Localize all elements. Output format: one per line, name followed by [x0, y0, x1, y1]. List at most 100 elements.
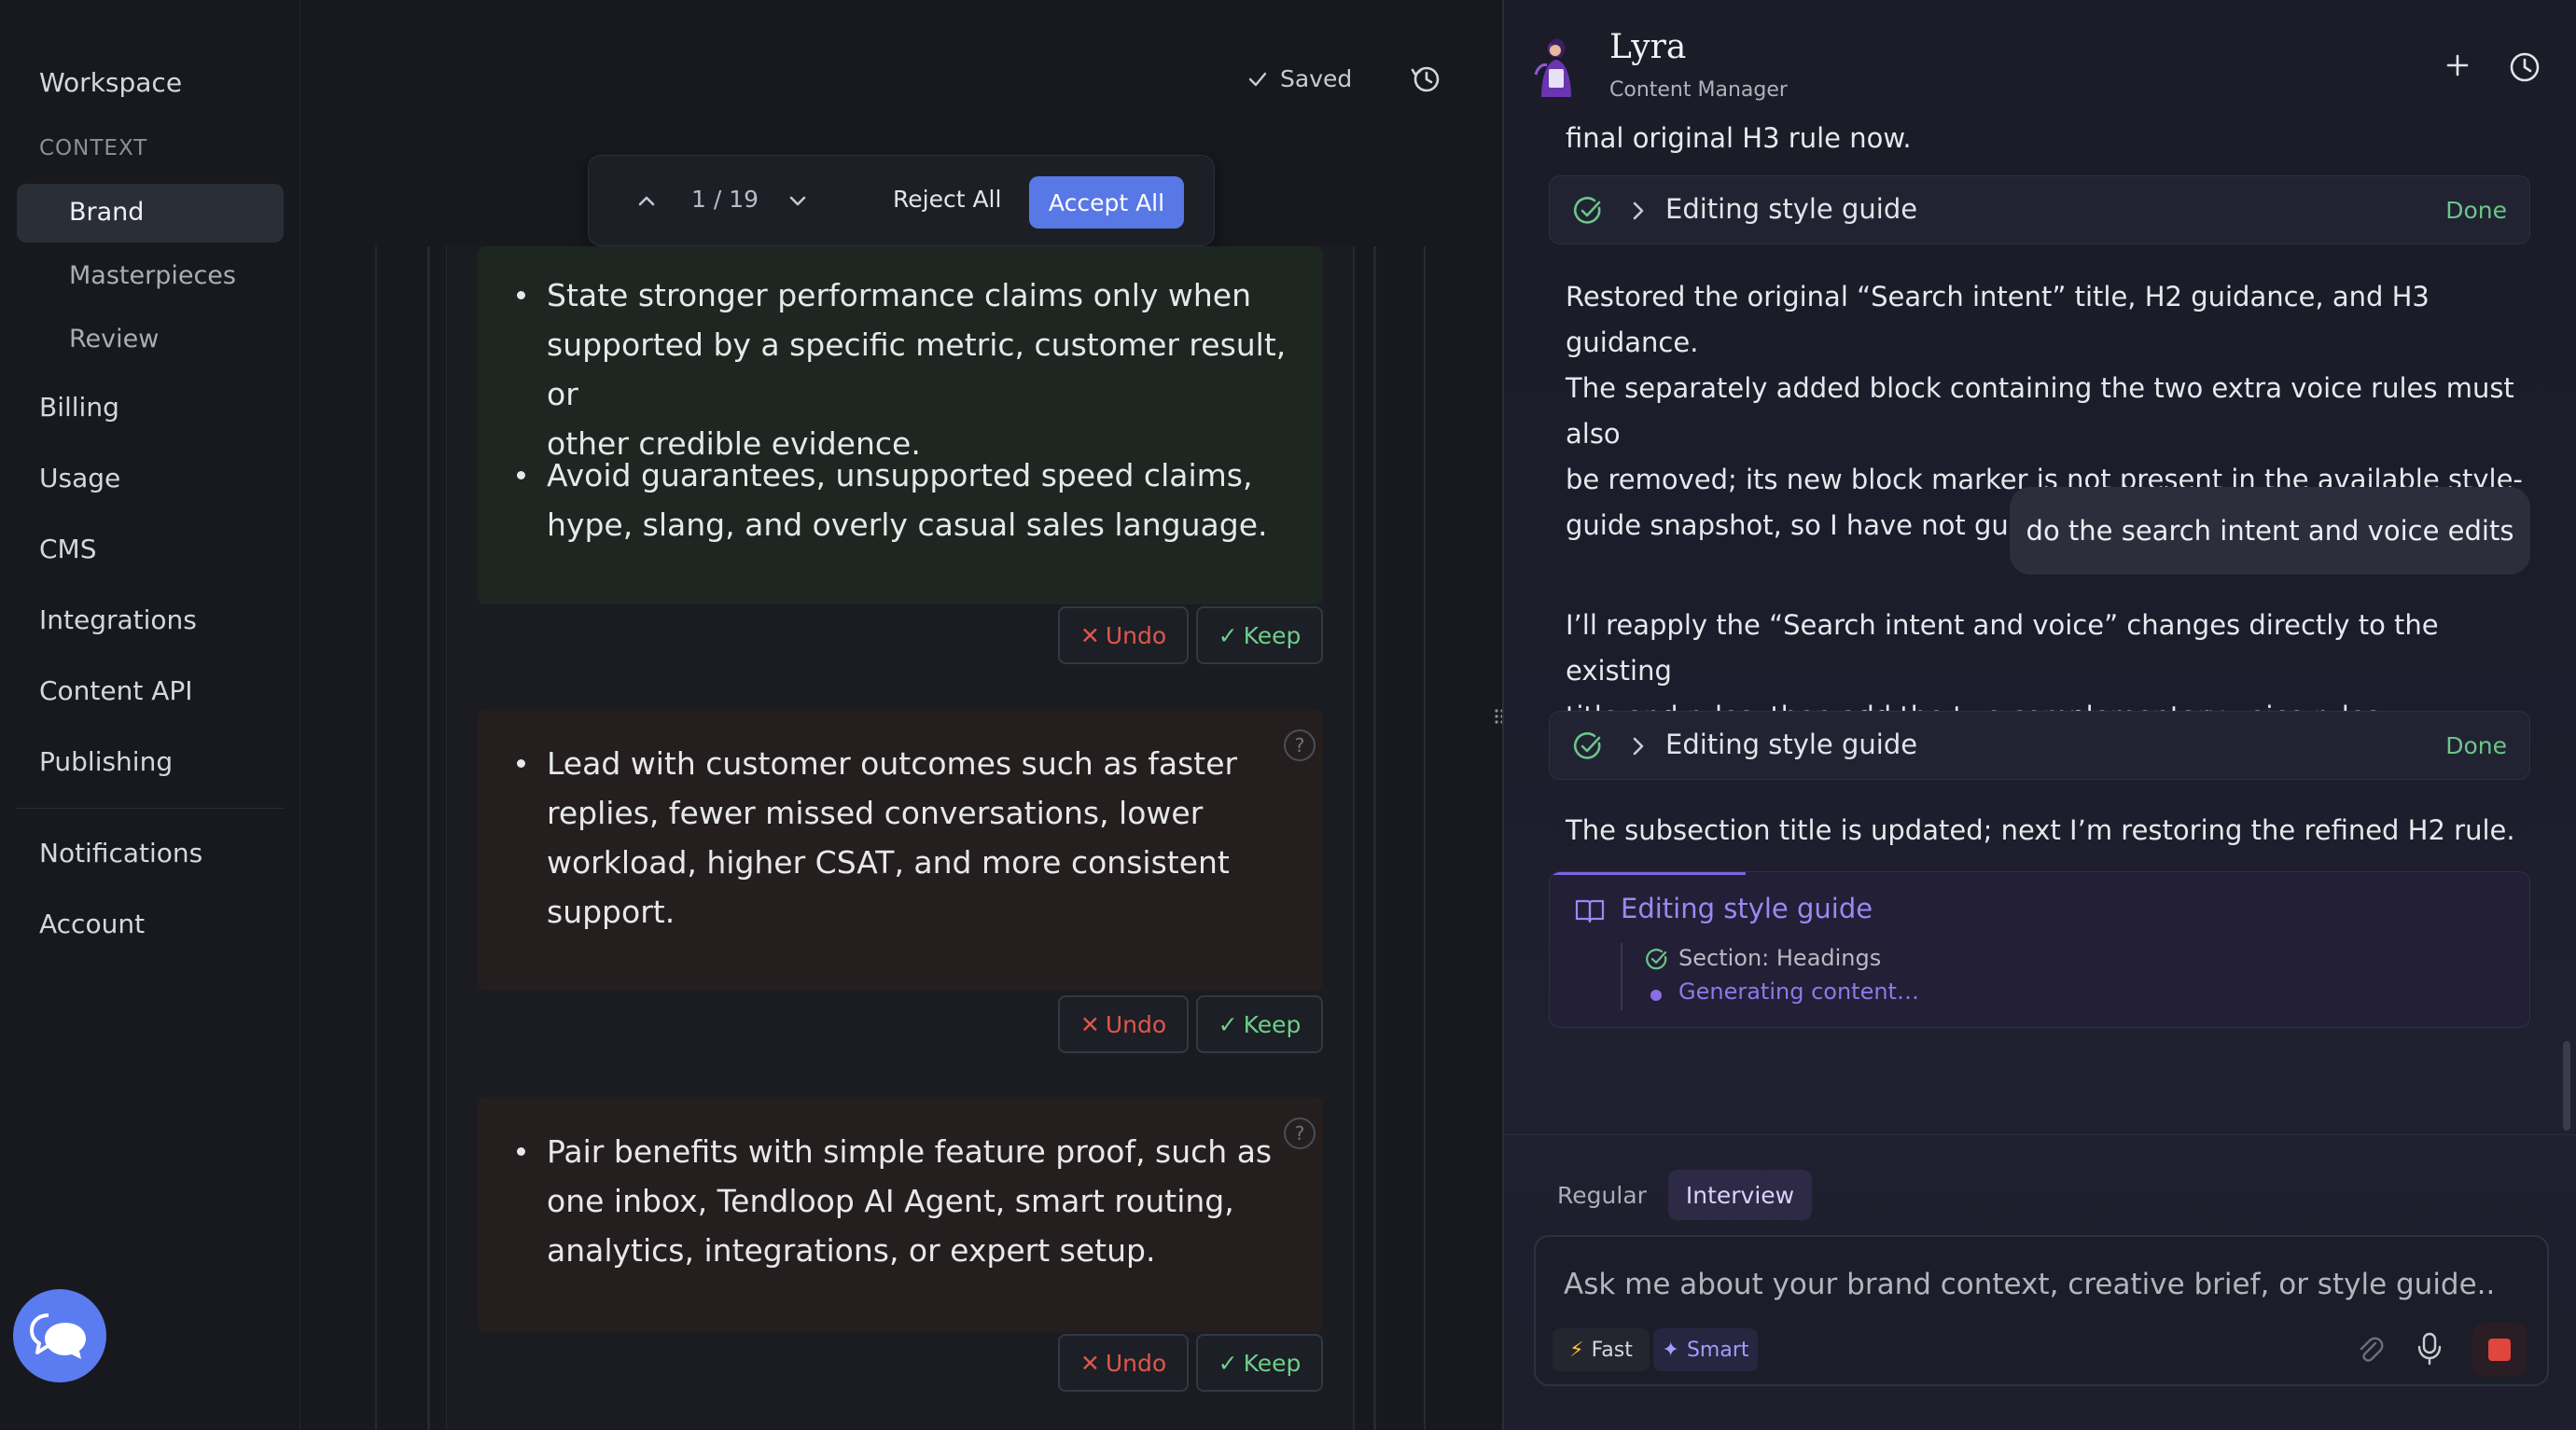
- status-dot: [1650, 990, 1662, 1001]
- document-rail: [1373, 246, 1376, 1430]
- list-item-line: Pair benefits with simple feature proof,…: [547, 1133, 1273, 1170]
- message-line: I’ll reapply the “Search intent and voic…: [1566, 609, 2439, 687]
- keep-label: Keep: [1243, 1349, 1302, 1377]
- document-rail: [1424, 246, 1426, 1430]
- document-rail: [427, 246, 430, 1430]
- smart-label: Smart: [1686, 1338, 1749, 1362]
- progress-bar: [1550, 872, 1746, 875]
- agent-name: Lyra: [1609, 28, 1687, 66]
- keep-button[interactable]: ✓ Keep: [1196, 995, 1323, 1053]
- sidebar-item-brand[interactable]: Brand: [69, 198, 144, 227]
- keep-label: Keep: [1243, 1010, 1302, 1038]
- sidebar-item-workspace[interactable]: Workspace: [39, 67, 182, 98]
- sidebar-item-content-api[interactable]: Content API: [39, 675, 193, 706]
- check-circle-icon: [1646, 949, 1667, 970]
- sidebar-item-masterpieces[interactable]: Masterpieces: [69, 261, 236, 290]
- check-icon: ✓: [1218, 621, 1238, 649]
- accept-all-button[interactable]: Accept All: [1029, 176, 1184, 229]
- sidebar-item-notifications[interactable]: Notifications: [39, 838, 202, 868]
- agent-role: Content Manager: [1609, 78, 1788, 102]
- list-item-line: supported by a specific metric, customer…: [547, 326, 1287, 412]
- sidebar-item-usage[interactable]: Usage: [39, 463, 120, 493]
- change-review-toolbar: 1 / 19 Reject All Accept All: [588, 155, 1215, 246]
- mode-tabs: Regular Interview: [1538, 1170, 1812, 1220]
- generating-status: Generating content…: [1678, 979, 1919, 1005]
- tab-interview[interactable]: Interview: [1668, 1170, 1812, 1220]
- fast-mode-button[interactable]: ⚡ Fast: [1553, 1328, 1650, 1371]
- composer-divider: [1504, 1134, 2576, 1135]
- keep-button[interactable]: ✓ Keep: [1196, 606, 1323, 664]
- assistant-message: final original H3 rule now.: [1566, 122, 1912, 154]
- stop-generation-button[interactable]: [2472, 1323, 2527, 1377]
- list-item-line: workload, higher CSAT, and more consiste…: [547, 844, 1230, 881]
- tree-line: [1621, 943, 1622, 1010]
- chevron-right-icon: [1633, 737, 1644, 756]
- undo-button[interactable]: ✕ Undo: [1058, 995, 1189, 1053]
- list-item-line: State stronger performance claims only w…: [547, 277, 1252, 313]
- tool-call-status: Done: [2445, 732, 2507, 759]
- chat-scrollbar[interactable]: [2563, 1041, 2570, 1131]
- bullet-dot: [517, 759, 525, 768]
- message-line: Restored the original “Search intent” ti…: [1566, 281, 2430, 358]
- keep-button[interactable]: ✓ Keep: [1196, 1334, 1323, 1392]
- tool-call-row[interactable]: Editing style guide Done: [1549, 175, 2530, 244]
- tool-call-label: Editing style guide: [1665, 193, 1918, 225]
- chevron-right-icon: [1633, 201, 1644, 220]
- document-rail: [1353, 246, 1355, 1430]
- reject-all-button[interactable]: Reject All: [893, 186, 1001, 213]
- chat-input[interactable]: [1564, 1261, 2497, 1308]
- chevron-up-icon[interactable]: [630, 184, 663, 217]
- check-icon: [1248, 72, 1267, 86]
- user-message-bubble: do the search intent and voice edits: [2010, 487, 2530, 575]
- agent-avatar: [1534, 38, 1571, 97]
- check-icon: ✓: [1218, 1010, 1238, 1038]
- check-icon: ✓: [1218, 1349, 1238, 1377]
- message-line: The separately added block containing th…: [1566, 372, 2514, 450]
- tool-call-label: Editing style guide: [1665, 729, 1918, 760]
- version-history-icon[interactable]: [1409, 62, 1442, 95]
- tool-call-row[interactable]: Editing style guide Done: [1549, 711, 2530, 780]
- undo-label: Undo: [1105, 621, 1167, 649]
- bullet-dot: [517, 1147, 525, 1156]
- sidebar-active-highlight: [17, 184, 284, 243]
- support-chat-button[interactable]: [13, 1289, 106, 1382]
- bullet-dot: [517, 471, 525, 479]
- list-item-line: analytics, integrations, or expert setup…: [547, 1232, 1156, 1269]
- bullet-dot: [517, 291, 525, 299]
- undo-label: Undo: [1105, 1010, 1167, 1038]
- generating-section: Section: Headings: [1678, 945, 1882, 971]
- generating-tool-card[interactable]: Editing style guide Section: Headings Ge…: [1549, 871, 2530, 1028]
- smart-mode-button[interactable]: ✦ Smart: [1653, 1328, 1758, 1371]
- document-rail: [375, 246, 377, 1430]
- book-open-icon: [1575, 899, 1605, 923]
- paperclip-icon[interactable]: [2353, 1332, 2387, 1366]
- undo-button[interactable]: ✕ Undo: [1058, 606, 1189, 664]
- new-chat-plus-icon[interactable]: [2441, 49, 2474, 82]
- change-counter: 1 / 19: [691, 186, 759, 213]
- list-item-line: hype, slang, and overly casual sales lan…: [547, 507, 1268, 543]
- x-icon: ✕: [1079, 1349, 1100, 1377]
- fast-label: Fast: [1591, 1338, 1633, 1362]
- chat-history-clock-icon[interactable]: [2506, 49, 2543, 86]
- tool-call-status: Done: [2445, 197, 2507, 224]
- tab-regular[interactable]: Regular: [1538, 1170, 1666, 1220]
- list-item-line: support.: [547, 894, 675, 930]
- sidebar-item-cms[interactable]: CMS: [39, 534, 96, 564]
- generating-title: Editing style guide: [1621, 893, 1873, 924]
- chat-bubbles-icon: [30, 1313, 86, 1359]
- sidebar-item-review[interactable]: Review: [69, 325, 159, 354]
- sidebar-divider: [17, 808, 284, 809]
- sidebar-item-account[interactable]: Account: [39, 909, 145, 939]
- chevron-down-icon[interactable]: [781, 184, 815, 217]
- list-item-line: one inbox, Tendloop AI Agent, smart rout…: [547, 1183, 1234, 1219]
- list-item-line: Lead with customer outcomes such as fast…: [547, 745, 1238, 782]
- sidebar-item-publishing[interactable]: Publishing: [39, 746, 173, 777]
- assistant-message: The subsection title is updated; next I’…: [1566, 814, 2515, 846]
- check-circle-icon: [1573, 732, 1601, 759]
- microphone-icon[interactable]: [2413, 1330, 2446, 1368]
- sidebar-item-integrations[interactable]: Integrations: [39, 604, 197, 635]
- saved-label: Saved: [1280, 65, 1353, 92]
- sidebar-item-billing[interactable]: Billing: [39, 392, 119, 423]
- sidebar-section-context: CONTEXT: [39, 136, 148, 160]
- undo-button[interactable]: ✕ Undo: [1058, 1334, 1189, 1392]
